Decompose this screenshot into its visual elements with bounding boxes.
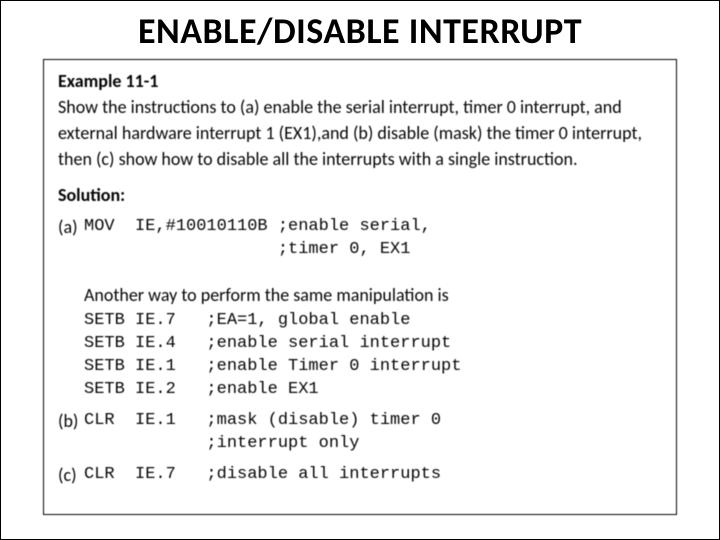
part-b-row: (b) CLR IE.1 ;mask (disable) timer 0 ;in… bbox=[58, 410, 662, 456]
spacer bbox=[58, 262, 662, 274]
part-c-row: (c) CLR IE.7 ;disable all interrupts bbox=[58, 464, 662, 487]
solution-heading: Solution: bbox=[58, 184, 662, 206]
part-a-code: MOV IE,#10010110B ;enable serial, ;timer… bbox=[84, 216, 662, 262]
part-a-alt-code: SETB IE.7 ;EA=1, global enable SETB IE.4… bbox=[84, 310, 662, 402]
slide-title: ENABLE/DISABLE INTERRUPT bbox=[41, 9, 679, 53]
part-c-code: CLR IE.7 ;disable all interrupts bbox=[84, 464, 662, 487]
alt-intro-text: Another way to perform the same manipula… bbox=[84, 284, 662, 306]
part-a-label: (a) bbox=[58, 216, 84, 238]
example-number: Example 11-1 bbox=[58, 70, 662, 92]
part-c-label: (c) bbox=[58, 464, 84, 486]
example-box: Example 11-1 Show the instructions to (a… bbox=[43, 59, 677, 515]
spacer bbox=[58, 456, 662, 464]
example-prompt: Show the instructions to (a) enable the … bbox=[58, 94, 662, 172]
part-a-row: (a) MOV IE,#10010110B ;enable serial, ;t… bbox=[58, 216, 662, 262]
part-b-label: (b) bbox=[58, 410, 84, 432]
part-a-alt-row: SETB IE.7 ;EA=1, global enable SETB IE.4… bbox=[58, 310, 662, 402]
part-b-code: CLR IE.1 ;mask (disable) timer 0 ;interr… bbox=[84, 410, 662, 456]
page-container: ENABLE/DISABLE INTERRUPT Example 11-1 Sh… bbox=[0, 0, 720, 540]
spacer bbox=[58, 402, 662, 410]
